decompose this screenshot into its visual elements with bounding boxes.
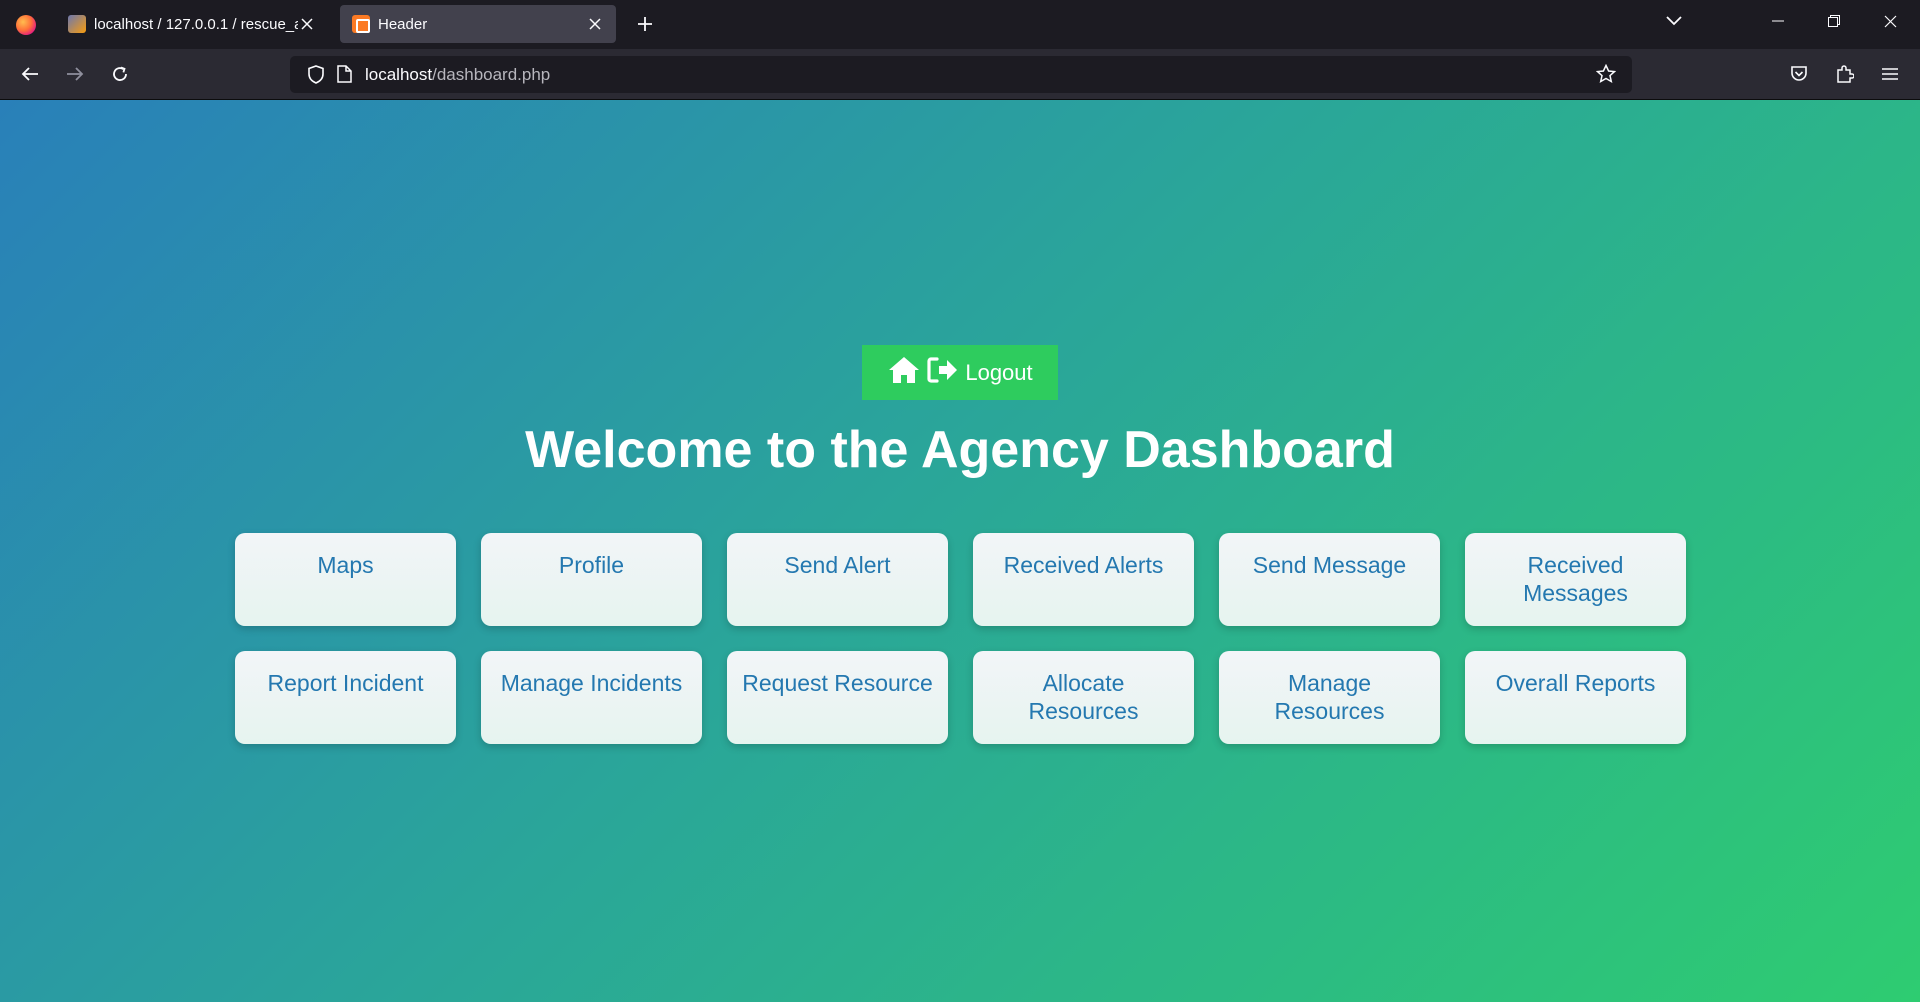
pocket-icon — [1791, 65, 1807, 81]
menu-card-allocate-resources[interactable]: Allocate Resources — [973, 651, 1194, 744]
firefox-icon[interactable] — [0, 0, 52, 49]
close-window-button[interactable] — [1862, 0, 1918, 42]
menu-card-request-resource[interactable]: Request Resource — [727, 651, 948, 744]
close-icon[interactable] — [586, 15, 604, 33]
hamburger-icon — [1882, 68, 1898, 80]
browser-tab-bar: localhost / 127.0.0.1 / rescue_ag Header — [0, 0, 1920, 49]
url-text[interactable]: localhost/dashboard.php — [365, 65, 550, 85]
tab-title: localhost / 127.0.0.1 / rescue_ag — [94, 15, 298, 33]
chevron-down-icon — [1666, 16, 1682, 26]
list-all-tabs-button[interactable] — [1646, 0, 1702, 42]
tab-header[interactable]: Header — [340, 5, 616, 43]
close-icon[interactable] — [298, 15, 316, 33]
restore-icon — [1828, 15, 1840, 27]
menu-card-report-incident[interactable]: Report Incident — [235, 651, 456, 744]
home-icon — [887, 355, 921, 391]
browser-nav-bar: localhost/dashboard.php — [0, 49, 1920, 100]
shield-icon[interactable] — [307, 65, 325, 89]
close-icon — [1884, 15, 1896, 27]
menu-card-manage-incidents[interactable]: Manage Incidents — [481, 651, 702, 744]
pocket-button[interactable] — [1781, 57, 1817, 91]
tab-title: Header — [378, 15, 428, 33]
new-tab-button[interactable] — [630, 9, 660, 39]
arrow-right-icon — [67, 67, 84, 81]
menu-card-received-alerts[interactable]: Received Alerts — [973, 533, 1194, 626]
dashboard-page: Logout Welcome to the Agency Dashboard M… — [0, 100, 1920, 1002]
xampp-icon — [352, 15, 370, 33]
reload-icon — [113, 66, 127, 81]
back-button[interactable] — [12, 57, 48, 91]
menu-card-profile[interactable]: Profile — [481, 533, 702, 626]
plus-icon — [638, 17, 652, 31]
page-title: Welcome to the Agency Dashboard — [525, 421, 1395, 479]
extensions-button[interactable] — [1827, 57, 1863, 91]
page-icon[interactable] — [337, 65, 352, 88]
reload-button[interactable] — [102, 57, 138, 91]
restore-button[interactable] — [1806, 0, 1862, 42]
logout-label: Logout — [965, 359, 1033, 385]
menu-button[interactable] — [1872, 57, 1908, 91]
url-host: localhost — [365, 65, 433, 84]
forward-button[interactable] — [57, 57, 93, 91]
menu-card-manage-resources[interactable]: Manage Resources — [1219, 651, 1440, 744]
menu-card-overall-reports[interactable]: Overall Reports — [1465, 651, 1686, 744]
star-icon[interactable] — [1595, 63, 1617, 89]
menu-card-send-message[interactable]: Send Message — [1219, 533, 1440, 626]
puzzle-icon — [1837, 64, 1854, 83]
menu-card-received-messages[interactable]: Received Messages — [1465, 533, 1686, 626]
logout-button[interactable]: Logout — [862, 345, 1058, 400]
minimize-icon — [1772, 20, 1784, 22]
phpmyadmin-icon — [68, 15, 86, 33]
sign-out-icon — [927, 356, 959, 389]
url-bar[interactable]: localhost/dashboard.php — [290, 56, 1632, 93]
tab-phpmyadmin[interactable]: localhost / 127.0.0.1 / rescue_ag — [56, 5, 328, 43]
menu-card-send-alert[interactable]: Send Alert — [727, 533, 948, 626]
arrow-left-icon — [21, 67, 38, 81]
minimize-button[interactable] — [1750, 0, 1806, 42]
url-path: /dashboard.php — [432, 65, 551, 84]
menu-card-maps[interactable]: Maps — [235, 533, 456, 626]
dashboard-menu-grid: Maps Profile Send Alert Received Alerts … — [235, 533, 1686, 744]
